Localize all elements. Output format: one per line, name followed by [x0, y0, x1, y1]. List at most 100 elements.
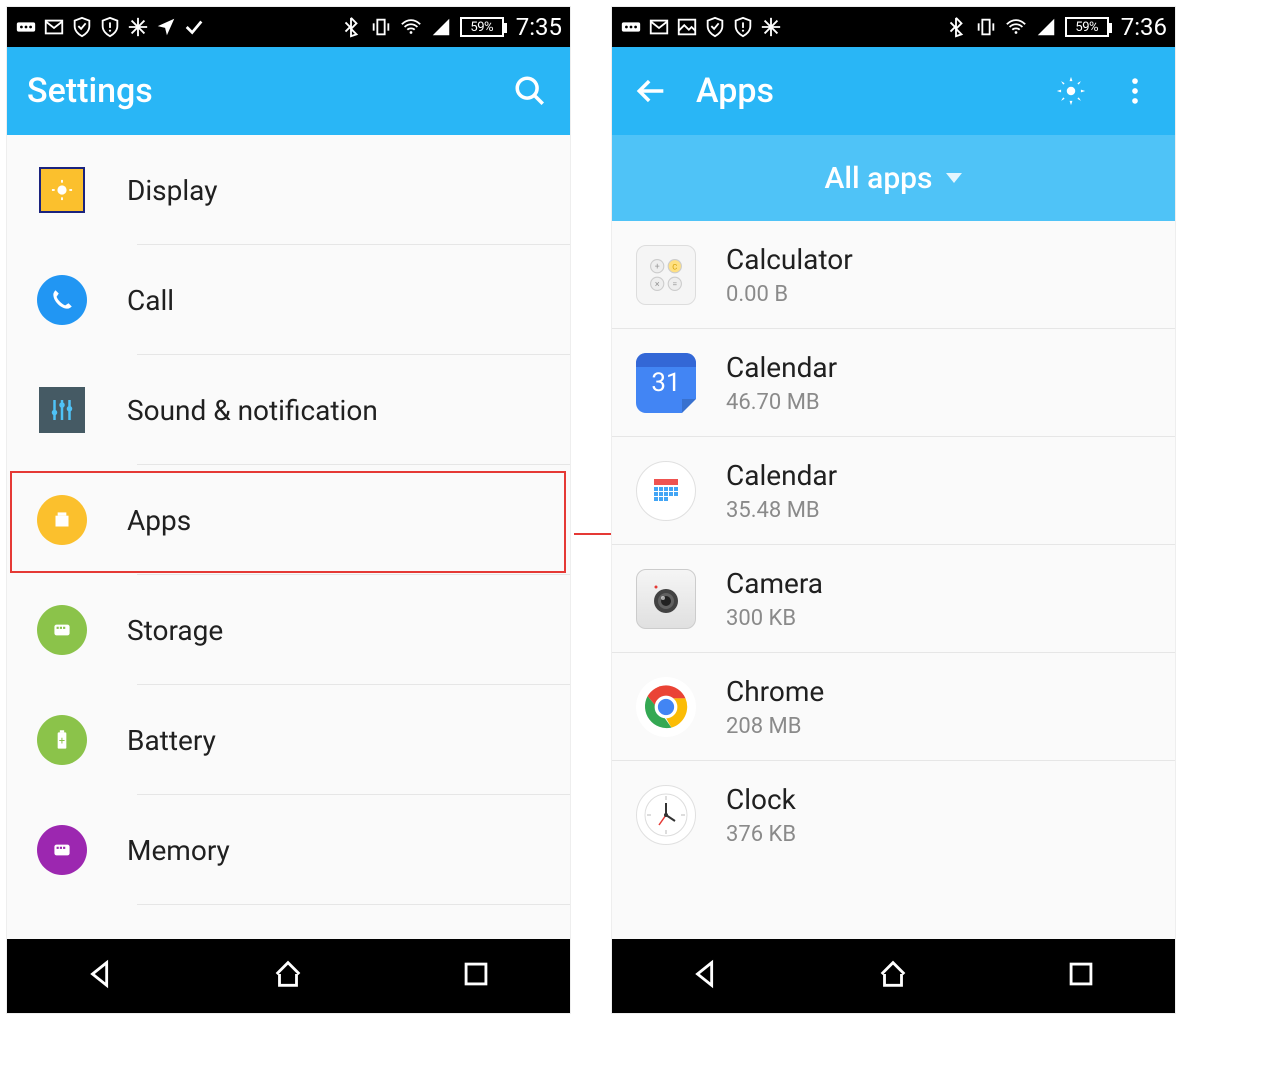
app-size: 46.70 MB: [726, 390, 837, 415]
nav-recent-button[interactable]: [1064, 957, 1098, 995]
settings-list: Display Call Sound & notification: [7, 135, 570, 939]
appbar-apps: Apps: [612, 47, 1175, 135]
nav-back-button[interactable]: [84, 957, 118, 995]
app-size: 300 KB: [726, 606, 823, 631]
app-row-clock[interactable]: Clock 376 KB: [612, 761, 1175, 869]
wifi-icon: [400, 16, 422, 38]
display-icon: [35, 163, 89, 217]
call-icon: [35, 273, 89, 327]
app-name: Chrome: [726, 675, 824, 708]
calculator-icon: + C × =: [636, 245, 696, 305]
settings-item-label: Call: [127, 284, 174, 317]
camera-icon: [636, 569, 696, 629]
bluetooth-icon: [945, 16, 967, 38]
settings-item-apps[interactable]: Apps: [7, 465, 570, 575]
page-title: Settings: [27, 71, 486, 111]
app-row-calendar-google[interactable]: 31 Calendar 46.70 MB: [612, 329, 1175, 437]
arrow-back-icon: [635, 74, 669, 108]
filter-label: All apps: [825, 161, 933, 196]
search-icon: [513, 74, 547, 108]
gmail-icon: [648, 16, 670, 38]
settings-item-battery[interactable]: + Battery: [7, 685, 570, 795]
shield-alert-icon: [99, 16, 121, 38]
battery-icon: 59%: [460, 17, 504, 37]
settings-item-label: Storage: [127, 614, 223, 647]
settings-item-label: Sound & notification: [127, 394, 378, 427]
settings-item-sound[interactable]: Sound & notification: [7, 355, 570, 465]
app-name: Calendar: [726, 351, 837, 384]
battery-icon: 59%: [1065, 17, 1109, 37]
filter-dropdown[interactable]: All apps: [612, 135, 1175, 221]
clock-text: 7:35: [516, 13, 562, 41]
status-bar: 59% 7:36: [612, 7, 1175, 47]
shield-check-icon: [71, 16, 93, 38]
more-icon: [620, 16, 642, 38]
status-bar: 59% 7:35: [7, 7, 570, 47]
storage-icon: [35, 603, 89, 657]
app-name: Calculator: [726, 243, 853, 276]
more-vert-icon: [1118, 74, 1152, 108]
location-icon: [155, 16, 177, 38]
app-name: Calendar: [726, 459, 837, 492]
vibrate-icon: [370, 16, 392, 38]
settings-item-call[interactable]: Call: [7, 245, 570, 355]
back-button[interactable]: [632, 71, 672, 111]
clock-icon: [636, 785, 696, 845]
sound-icon: [35, 383, 89, 437]
calendar-google-icon: 31: [636, 353, 696, 413]
snowflake-icon: [760, 16, 782, 38]
android-navbar: [612, 939, 1175, 1013]
svg-text:+: +: [59, 734, 65, 747]
bluetooth-icon: [340, 16, 362, 38]
android-navbar: [7, 939, 570, 1013]
nav-home-button[interactable]: [876, 957, 910, 995]
apps-icon: [35, 493, 89, 547]
battery-text: 59%: [470, 20, 493, 35]
clock-text: 7:36: [1121, 13, 1167, 41]
app-row-calculator[interactable]: + C × = Calculator 0.00 B: [612, 221, 1175, 329]
check-icon: [183, 16, 205, 38]
settings-button[interactable]: [1051, 71, 1091, 111]
memory-icon: [35, 823, 89, 877]
nav-home-button[interactable]: [271, 957, 305, 995]
shield-check-icon: [704, 16, 726, 38]
chevron-down-icon: [946, 173, 962, 183]
app-size: 208 MB: [726, 714, 824, 739]
appbar-settings: Settings: [7, 47, 570, 135]
snowflake-icon: [127, 16, 149, 38]
app-name: Clock: [726, 783, 796, 816]
wifi-icon: [1005, 16, 1027, 38]
svg-text:×: ×: [655, 280, 660, 290]
image-icon: [676, 16, 698, 38]
calendar-stock-icon: [636, 461, 696, 521]
apps-list: + C × = Calculator 0.00 B 31 Calendar 46.70…: [612, 221, 1175, 939]
app-size: 35.48 MB: [726, 498, 837, 523]
app-name: Camera: [726, 567, 823, 600]
settings-item-label: Display: [127, 174, 217, 207]
settings-item-label: Battery: [127, 724, 216, 757]
svg-text:+: +: [655, 263, 660, 273]
vibrate-icon: [975, 16, 997, 38]
settings-item-label: Apps: [127, 504, 191, 537]
chrome-icon: [636, 677, 696, 737]
svg-text:=: =: [672, 280, 677, 290]
settings-item-memory[interactable]: Memory: [7, 795, 570, 905]
signal-icon: [430, 16, 452, 38]
nav-recent-button[interactable]: [459, 957, 493, 995]
signal-icon: [1035, 16, 1057, 38]
app-size: 0.00 B: [726, 282, 853, 307]
settings-item-display[interactable]: Display: [7, 135, 570, 245]
app-row-calendar-stock[interactable]: Calendar 35.48 MB: [612, 437, 1175, 545]
phone-apps: 59% 7:36 Apps All apps + C × =: [611, 6, 1176, 1014]
nav-back-button[interactable]: [689, 957, 723, 995]
settings-item-label: Memory: [127, 834, 230, 867]
app-row-camera[interactable]: Camera 300 KB: [612, 545, 1175, 653]
overflow-button[interactable]: [1115, 71, 1155, 111]
page-title: Apps: [696, 71, 1027, 111]
more-icon: [15, 16, 37, 38]
gear-icon: [1054, 74, 1088, 108]
search-button[interactable]: [510, 71, 550, 111]
svg-text:C: C: [672, 263, 677, 272]
app-row-chrome[interactable]: Chrome 208 MB: [612, 653, 1175, 761]
settings-item-storage[interactable]: Storage: [7, 575, 570, 685]
